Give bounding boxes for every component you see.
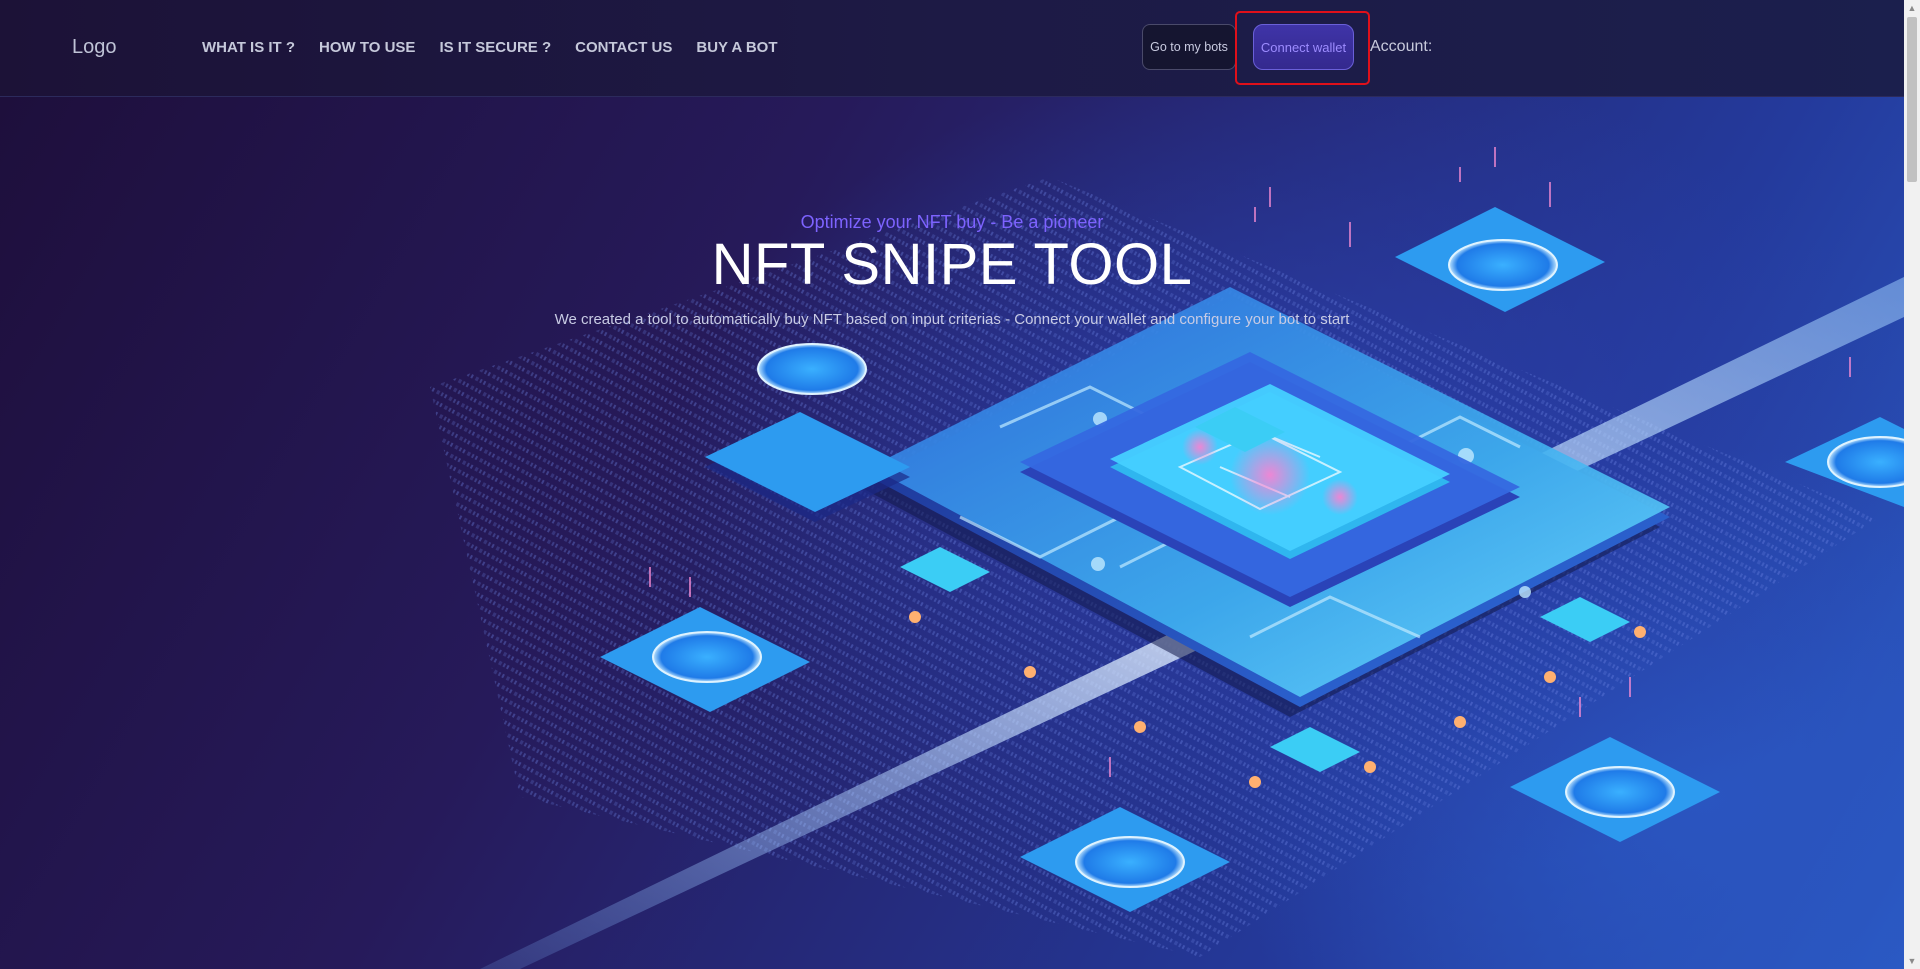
scroll-up-arrow-icon[interactable]: ▲ xyxy=(1904,0,1920,16)
hero-subtitle: We created a tool to automatically buy N… xyxy=(554,311,1350,328)
hero-tagline: Optimize your NFT buy - Be a pioneer xyxy=(800,212,1104,232)
page: Logo WHAT IS IT ? HOW TO USE IS IT SECUR… xyxy=(0,0,1920,969)
nav-link-contact-us[interactable]: CONTACT US xyxy=(575,39,672,56)
main-nav: WHAT IS IT ? HOW TO USE IS IT SECURE ? C… xyxy=(202,39,777,56)
account-label: Account: xyxy=(1370,38,1433,55)
connect-wallet-button[interactable]: Connect wallet xyxy=(1253,24,1354,70)
logo[interactable]: Logo xyxy=(72,36,117,59)
hero-title: NFT SNIPE TOOL xyxy=(711,232,1193,297)
nav-link-how-to-use[interactable]: HOW TO USE xyxy=(319,39,415,56)
go-to-my-bots-button[interactable]: Go to my bots xyxy=(1142,24,1236,70)
scroll-down-arrow-icon[interactable]: ▼ xyxy=(1904,953,1920,969)
nav-link-what-is-it[interactable]: WHAT IS IT ? xyxy=(202,39,295,56)
nav-link-is-it-secure[interactable]: IS IT SECURE ? xyxy=(439,39,551,56)
nav-link-buy-a-bot[interactable]: BUY A BOT xyxy=(696,39,777,56)
vertical-scrollbar[interactable]: ▲ ▼ xyxy=(1904,0,1920,969)
hero-section: Optimize your NFT buy - Be a pioneer NFT… xyxy=(0,97,1904,969)
scrollbar-thumb[interactable] xyxy=(1907,17,1917,182)
top-navbar: Logo WHAT IS IT ? HOW TO USE IS IT SECUR… xyxy=(0,0,1904,97)
